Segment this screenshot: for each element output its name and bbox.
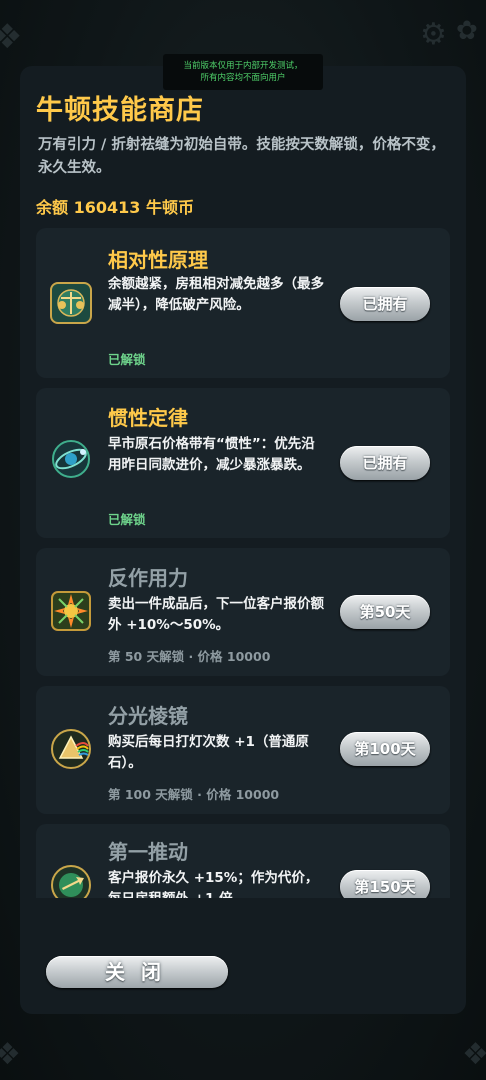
skill-status: 已解锁 [108, 512, 146, 527]
skill-description: 早市原石价格带有“惯性”：优先沿用昨日同款进价，减少暴涨暴跌。 [108, 436, 315, 473]
owned-button[interactable]: 已拥有 [340, 446, 430, 480]
skill-status: 第 50 天解锁 · 价格 10000 [108, 649, 271, 664]
skill-description: 余额越紧，房租相对减免越多（最多减半），降低破产风险。 [108, 276, 324, 313]
balance-scale-icon [50, 282, 92, 324]
dev-notice: 当前版本仅用于内部开发测试， 所有内容均不面向用户 [163, 54, 323, 90]
shop-description: 万有引力 / 折射祛缝为初始自带。技能按天数解锁，价格不变，永久生效。 [38, 137, 445, 176]
push-force-icon [50, 864, 92, 898]
skill-title: 相对性原理 [108, 248, 208, 272]
skill-status: 第 100 天解锁 · 价格 10000 [108, 787, 280, 802]
skill-card-relativity: 相对性原理 余额越紧，房租相对减免越多（最多减半），降低破产风险。 已解锁 已拥… [36, 228, 450, 378]
skill-title: 第一推动 [108, 840, 188, 864]
balance-label: 余额 160413 牛顿币 [36, 198, 194, 217]
unlock-day-button[interactable]: 第50天 [340, 595, 430, 629]
corner-ornament-icon: ❖ [0, 1037, 21, 1072]
skill-card-inertia: 惯性定律 早市原石价格带有“惯性”：优先沿用昨日同款进价，减少暴涨暴跌。 已解锁… [36, 388, 450, 538]
unlock-day-button[interactable]: 第150天 [340, 870, 430, 898]
skill-list[interactable]: 相对性原理 余额越紧，房租相对减免越多（最多减半），降低破产风险。 已解锁 已拥… [36, 228, 450, 898]
skill-title: 分光棱镜 [108, 704, 188, 728]
skill-card-first-push: 第一推动 客户报价永久 +15%；作为代价，每日房租额外 +1 倍 第150天 [36, 824, 450, 898]
skill-card-prism: 分光棱镜 购买后每日打灯次数 +1（普通原石）。 第 100 天解锁 · 价格 … [36, 686, 450, 814]
close-button[interactable]: 关闭 [46, 956, 228, 988]
orbit-momentum-icon [50, 438, 92, 480]
skill-description: 客户报价永久 +15%；作为代价，每日房租额外 +1 倍 [108, 870, 319, 898]
gear-ornament-icon: ⚙ [420, 17, 447, 52]
skill-card-reaction-force: 反作用力 卖出一件成品后，下一位客户报价额外 +10%～50%。 第 50 天解… [36, 548, 450, 676]
skill-shop-panel: 牛顿技能商店 万有引力 / 折射祛缝为初始自带。技能按天数解锁，价格不变，永久生… [20, 66, 466, 1014]
dev-notice-line1: 当前版本仅用于内部开发测试， [183, 61, 303, 71]
skill-title: 反作用力 [108, 566, 188, 590]
owned-button[interactable]: 已拥有 [340, 287, 430, 321]
skill-description: 购买后每日打灯次数 +1（普通原石）。 [108, 734, 309, 771]
corner-ornament-icon: ❖ [0, 17, 23, 57]
gear-ornament-icon: ✿ [456, 16, 478, 46]
corner-ornament-icon: ❖ [462, 1037, 486, 1072]
skill-status: 已解锁 [108, 352, 146, 367]
skill-description: 卖出一件成品后，下一位客户报价额外 +10%～50%。 [108, 596, 324, 633]
page-title: 牛顿技能商店 [36, 95, 204, 126]
skill-title: 惯性定律 [108, 406, 188, 430]
prism-rainbow-icon [50, 728, 92, 770]
dev-notice-line2: 所有内容均不面向用户 [200, 73, 286, 83]
unlock-day-button[interactable]: 第100天 [340, 732, 430, 766]
burst-arrows-icon [50, 590, 92, 632]
